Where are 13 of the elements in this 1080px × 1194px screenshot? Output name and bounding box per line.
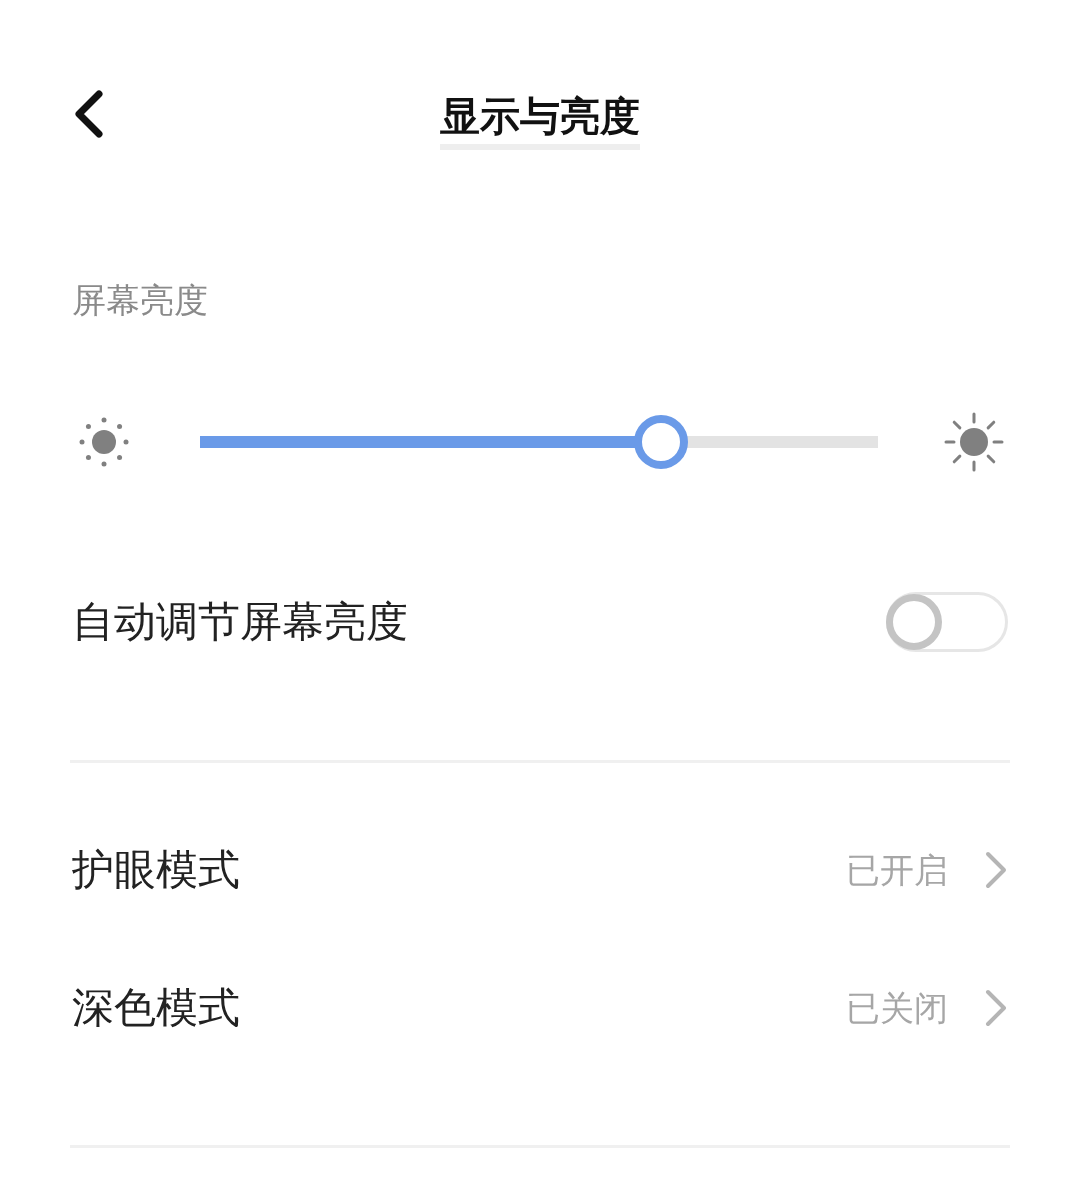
row-value: 已开启 [846, 848, 948, 892]
auto-brightness-label: 自动调节屏幕亮度 [72, 596, 408, 648]
chevron-right-icon [984, 850, 1008, 890]
settings-row[interactable]: 护眼模式 已开启 [72, 841, 1008, 899]
auto-brightness-toggle[interactable] [886, 592, 1008, 652]
row-label: 护眼模式 [72, 844, 240, 896]
page-title: 显示与亮度 [440, 88, 640, 150]
settings-row[interactable]: 深色模式 已关闭 [72, 979, 1008, 1037]
sun-icon [944, 412, 1004, 472]
row-value: 已关闭 [846, 986, 948, 1030]
chevron-right-icon [984, 988, 1008, 1028]
row-label: 深色模式 [72, 982, 240, 1034]
section-label: 屏幕亮度 [72, 279, 209, 322]
